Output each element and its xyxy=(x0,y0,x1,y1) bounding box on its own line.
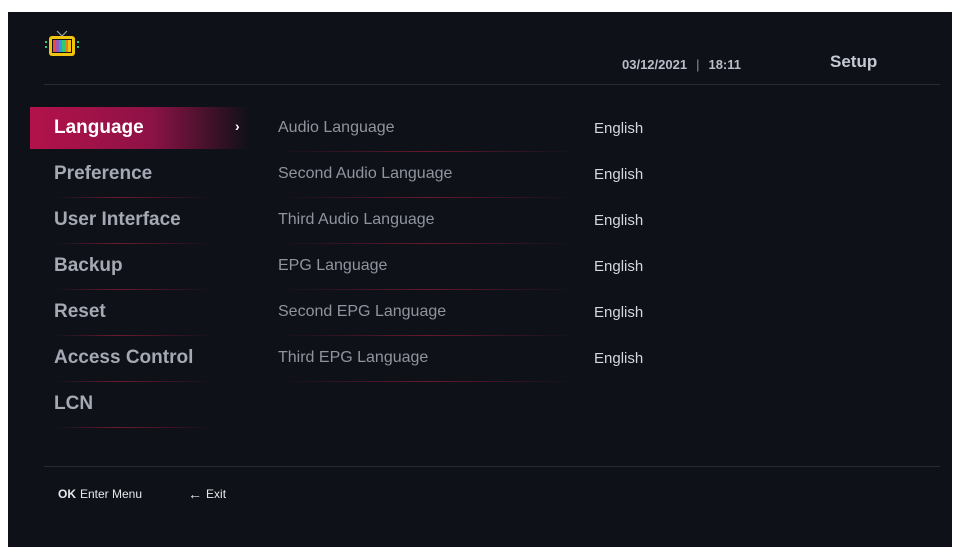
setting-value: English xyxy=(594,257,644,275)
setting-third-audio-language[interactable]: Third Audio Language English xyxy=(278,199,698,244)
sidebar-item-language[interactable]: Language › xyxy=(30,107,250,149)
setting-epg-language[interactable]: EPG Language English xyxy=(278,245,698,290)
setting-value: English xyxy=(594,211,644,229)
date-time-separator: | xyxy=(696,57,700,72)
setting-label: EPG Language xyxy=(278,257,388,274)
sidebar-item-preference[interactable]: Preference xyxy=(30,153,250,198)
sidebar-item-label: User Interface xyxy=(54,209,181,230)
enter-menu-hint: Enter Menu xyxy=(80,487,143,501)
sidebar-item-label: Backup xyxy=(54,255,123,276)
footer-hints: OK Enter Menu ← Exit xyxy=(58,486,226,502)
chevron-right-icon: › xyxy=(235,118,240,134)
setting-value: English xyxy=(594,303,644,321)
language-settings-list: Audio Language English Second Audio Lang… xyxy=(278,107,698,383)
sidebar-item-user-interface[interactable]: User Interface xyxy=(30,199,250,244)
setting-second-audio-language[interactable]: Second Audio Language English xyxy=(278,153,698,198)
setting-label: Third EPG Language xyxy=(278,349,429,366)
sidebar-item-label: Access Control xyxy=(54,347,194,368)
back-arrow-icon: ← xyxy=(188,486,203,502)
setting-second-epg-language[interactable]: Second EPG Language English xyxy=(278,291,698,336)
sidebar-item-label: Reset xyxy=(54,301,106,322)
tv-icon xyxy=(45,30,79,56)
date-time: 03/12/2021 | 18:11 xyxy=(622,57,741,72)
setting-audio-language[interactable]: Audio Language English xyxy=(278,107,698,152)
sidebar-menu: Language › Preference User Interface Bac… xyxy=(30,107,250,429)
ok-key-icon: OK xyxy=(58,487,76,501)
setup-screen: 03/12/2021 | 18:11 Setup Language › Prefer… xyxy=(8,12,952,547)
setting-third-epg-language[interactable]: Third EPG Language English xyxy=(278,337,698,382)
setting-label: Second EPG Language xyxy=(278,303,447,320)
sidebar-item-backup[interactable]: Backup xyxy=(30,245,250,290)
setting-value: English xyxy=(594,349,644,367)
sidebar-item-label: Preference xyxy=(54,163,153,184)
sidebar-item-lcn[interactable]: LCN xyxy=(30,383,250,428)
setting-label: Second Audio Language xyxy=(278,165,453,182)
footer-divider xyxy=(44,466,940,467)
setting-label: Audio Language xyxy=(278,119,395,136)
page-title: Setup xyxy=(830,52,878,71)
header-divider xyxy=(44,84,940,85)
sidebar-item-label: LCN xyxy=(54,393,94,414)
time-text: 18:11 xyxy=(708,57,742,72)
date-text: 03/12/2021 xyxy=(622,57,688,72)
sidebar-item-reset[interactable]: Reset xyxy=(30,291,250,336)
exit-hint: Exit xyxy=(206,487,227,501)
sidebar-item-label: Language xyxy=(54,117,144,138)
setting-label: Third Audio Language xyxy=(278,211,435,228)
sidebar-item-access-control[interactable]: Access Control xyxy=(30,337,250,382)
setting-value: English xyxy=(594,119,644,137)
setting-value: English xyxy=(594,165,644,183)
